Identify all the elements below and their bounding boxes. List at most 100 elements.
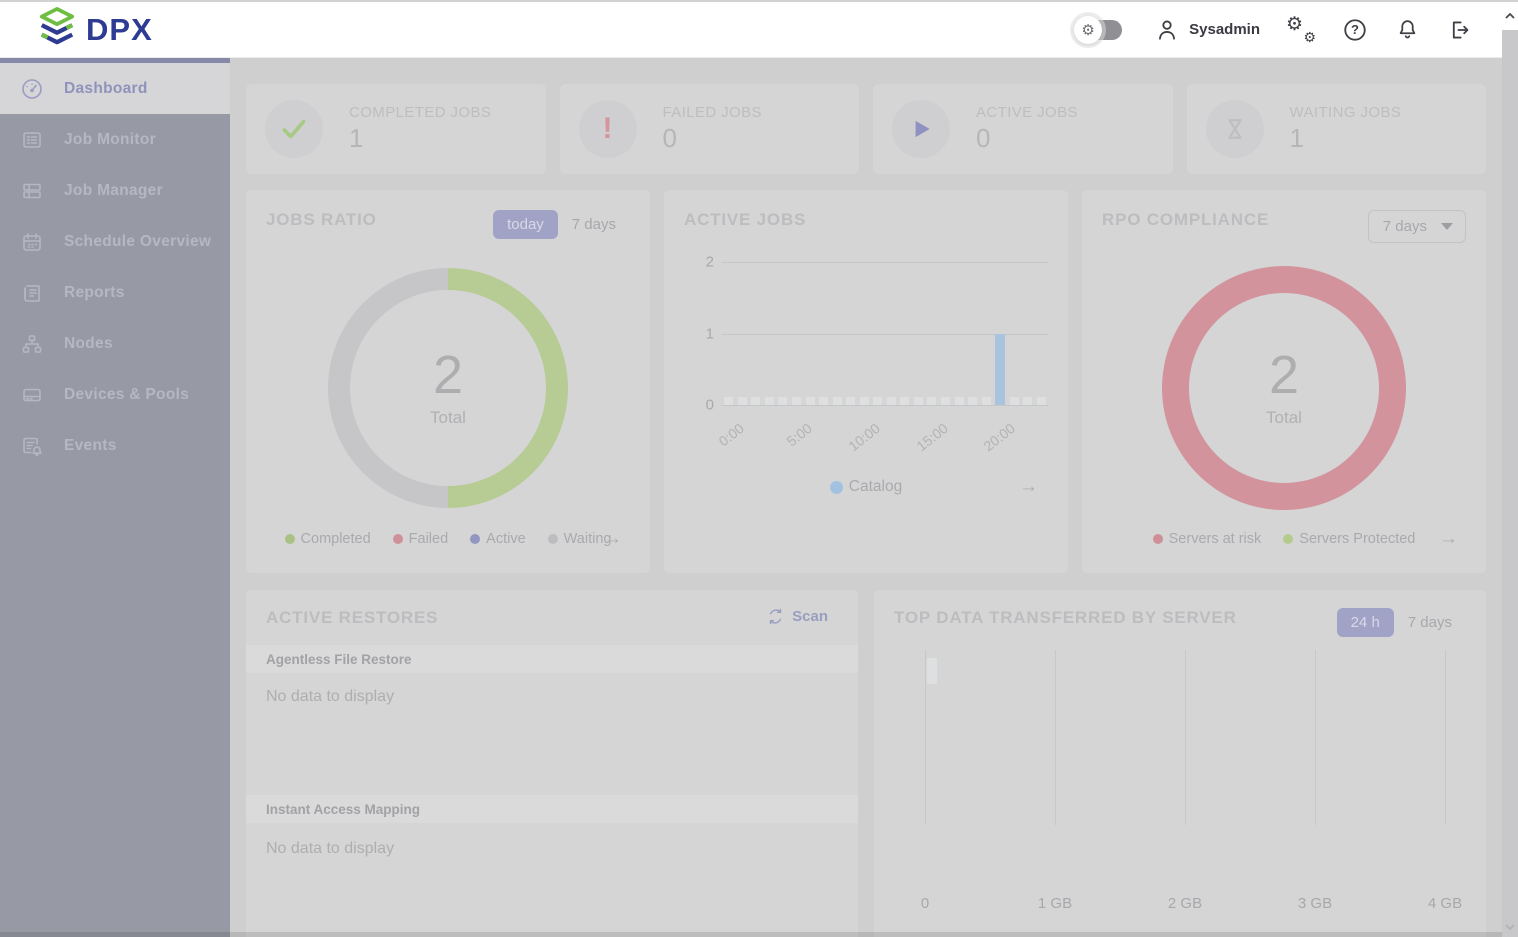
vertical-scrollbar[interactable] bbox=[1502, 2, 1518, 937]
bar-zero bbox=[806, 397, 815, 405]
jobs-ratio-panel: JOBS RATIO today 7 days 2 Total bbox=[246, 190, 650, 573]
donut-total-value: 2 bbox=[1269, 348, 1299, 402]
sidebar: Dashboard Job Monitor Job Manager Schedu… bbox=[0, 58, 230, 937]
help-icon[interactable]: ? bbox=[1342, 17, 1368, 43]
panel-title: TOP DATA TRANSFERRED BY SERVER bbox=[894, 608, 1237, 628]
x-tick-label: 10:00 bbox=[845, 420, 882, 454]
x-tick-label: 0 bbox=[885, 895, 965, 912]
bar-zero bbox=[941, 397, 950, 405]
dpx-logo-icon bbox=[38, 7, 76, 52]
window-top-edge bbox=[0, 0, 1518, 2]
job-manager-rows-icon bbox=[20, 179, 44, 203]
sidebar-item-nodes[interactable]: Nodes bbox=[0, 318, 230, 369]
legend-item-catalog[interactable]: Catalog bbox=[830, 478, 902, 496]
24h-button[interactable]: 24 h bbox=[1337, 608, 1394, 637]
seven-days-button[interactable]: 7 days bbox=[1394, 608, 1466, 637]
legend-dot bbox=[393, 534, 403, 544]
bar-zero bbox=[900, 397, 909, 405]
bar-catalog bbox=[995, 334, 1005, 406]
logout-icon[interactable] bbox=[1446, 17, 1472, 43]
sidebar-item-job-manager[interactable]: Job Manager bbox=[0, 165, 230, 216]
arrow-right-icon[interactable]: → bbox=[1439, 528, 1458, 550]
active-restores-panel: ACTIVE RESTORES Scan Agentless File Rest… bbox=[246, 590, 858, 937]
completed-jobs-card[interactable]: COMPLETED JOBS 1 bbox=[246, 84, 546, 174]
chevron-down-icon bbox=[1441, 223, 1453, 230]
donut-total-label: Total bbox=[430, 408, 466, 428]
sidebar-item-label: Reports bbox=[64, 284, 125, 302]
app-header: DPX ⚙ Sysadmin ⚙⚙ ? bbox=[0, 2, 1502, 58]
bar-zero bbox=[927, 397, 936, 405]
scroll-up-button[interactable] bbox=[1502, 2, 1518, 30]
bar-zero bbox=[887, 397, 896, 405]
y-tick-label: 2 bbox=[686, 254, 714, 271]
x-tick-label: 3 GB bbox=[1275, 895, 1355, 912]
sidebar-item-schedule-overview[interactable]: Schedule Overview bbox=[0, 216, 230, 267]
legend-item-failed[interactable]: Failed bbox=[393, 531, 449, 547]
legend-item-servers-at-risk[interactable]: Servers at risk bbox=[1153, 531, 1262, 547]
scroll-down-button[interactable] bbox=[1502, 919, 1518, 935]
settings-gears-icon[interactable]: ⚙⚙ bbox=[1286, 16, 1316, 44]
app-window: DPX ⚙ Sysadmin ⚙⚙ ? bbox=[0, 0, 1518, 937]
seven-days-button[interactable]: 7 days bbox=[558, 210, 630, 239]
today-button[interactable]: today bbox=[493, 210, 558, 239]
notifications-bell-icon[interactable] bbox=[1394, 17, 1420, 43]
hourglass-icon bbox=[1206, 100, 1264, 158]
active-jobs-card[interactable]: ACTIVE JOBS 0 bbox=[873, 84, 1173, 174]
empty-state-text: No data to display bbox=[266, 840, 394, 858]
play-icon bbox=[892, 100, 950, 158]
rpo-range-dropdown[interactable]: 7 days bbox=[1368, 210, 1466, 243]
x-tick-label: 1 GB bbox=[1015, 895, 1095, 912]
gridline bbox=[1315, 650, 1316, 825]
plot-area: 01 GB2 GB3 GB4 GB bbox=[925, 650, 1446, 825]
bar-zero bbox=[846, 397, 855, 405]
sidebar-item-dashboard[interactable]: Dashboard bbox=[0, 63, 230, 114]
window-bottom-edge bbox=[0, 932, 1502, 937]
jobs-ratio-range-toggle: today 7 days bbox=[493, 210, 630, 239]
legend-item-completed[interactable]: Completed bbox=[285, 531, 371, 547]
bar-zero bbox=[792, 397, 801, 405]
arrow-right-icon[interactable]: → bbox=[1019, 476, 1038, 498]
bar-zero bbox=[1010, 397, 1019, 405]
rpo-legend: Servers at risk Servers Protected → bbox=[1082, 531, 1486, 547]
bar-zero bbox=[724, 397, 733, 405]
stat-label: FAILED JOBS bbox=[663, 104, 762, 121]
panel-title: ACTIVE JOBS bbox=[684, 210, 806, 230]
legend-dot bbox=[1153, 534, 1163, 544]
legend-item-servers-protected[interactable]: Servers Protected bbox=[1283, 531, 1415, 547]
sidebar-item-reports[interactable]: Reports bbox=[0, 267, 230, 318]
dpx-logo: DPX bbox=[38, 7, 153, 52]
bars bbox=[722, 262, 1048, 405]
donut-total-label: Total bbox=[1266, 408, 1302, 428]
sidebar-item-label: Job Monitor bbox=[64, 131, 156, 149]
scan-button[interactable]: Scan bbox=[767, 608, 828, 625]
settings-toggle[interactable]: ⚙ bbox=[1078, 20, 1122, 40]
gridline bbox=[925, 650, 926, 825]
legend-item-waiting[interactable]: Waiting bbox=[548, 531, 612, 547]
bar-zero bbox=[1037, 397, 1046, 405]
sidebar-item-label: Nodes bbox=[64, 335, 113, 353]
stat-card-row: COMPLETED JOBS 1 ! FAILED JOBS 0 ACTIVE … bbox=[246, 84, 1486, 174]
bar-zero bbox=[955, 397, 964, 405]
header-actions: ⚙ Sysadmin ⚙⚙ ? bbox=[1078, 16, 1472, 44]
legend-item-active[interactable]: Active bbox=[470, 531, 526, 547]
bar-zero bbox=[751, 397, 760, 405]
sidebar-item-devices-pools[interactable]: Devices & Pools bbox=[0, 369, 230, 420]
user-menu[interactable]: Sysadmin bbox=[1154, 17, 1260, 43]
legend-dot bbox=[548, 534, 558, 544]
legend-dot bbox=[830, 481, 843, 494]
bar-zero bbox=[765, 397, 774, 405]
failed-jobs-card[interactable]: ! FAILED JOBS 0 bbox=[560, 84, 860, 174]
panel-title: RPO COMPLIANCE bbox=[1102, 210, 1269, 230]
check-icon bbox=[265, 100, 323, 158]
top-data-range-toggle: 24 h 7 days bbox=[1337, 608, 1466, 637]
job-monitor-list-icon bbox=[20, 128, 44, 152]
sidebar-item-events[interactable]: Events bbox=[0, 420, 230, 471]
waiting-jobs-card[interactable]: WAITING JOBS 1 bbox=[1187, 84, 1487, 174]
x-tick-label: 4 GB bbox=[1405, 895, 1485, 912]
arrow-right-icon[interactable]: → bbox=[603, 528, 622, 550]
bar-zero bbox=[833, 397, 842, 405]
jobs-ratio-legend: Completed Failed Active Waiting → bbox=[246, 531, 650, 547]
sidebar-item-job-monitor[interactable]: Job Monitor bbox=[0, 114, 230, 165]
x-tick-label: 20:00 bbox=[981, 420, 1018, 454]
active-jobs-x-axis: 0:005:0010:0015:0020:00 bbox=[722, 412, 1048, 462]
